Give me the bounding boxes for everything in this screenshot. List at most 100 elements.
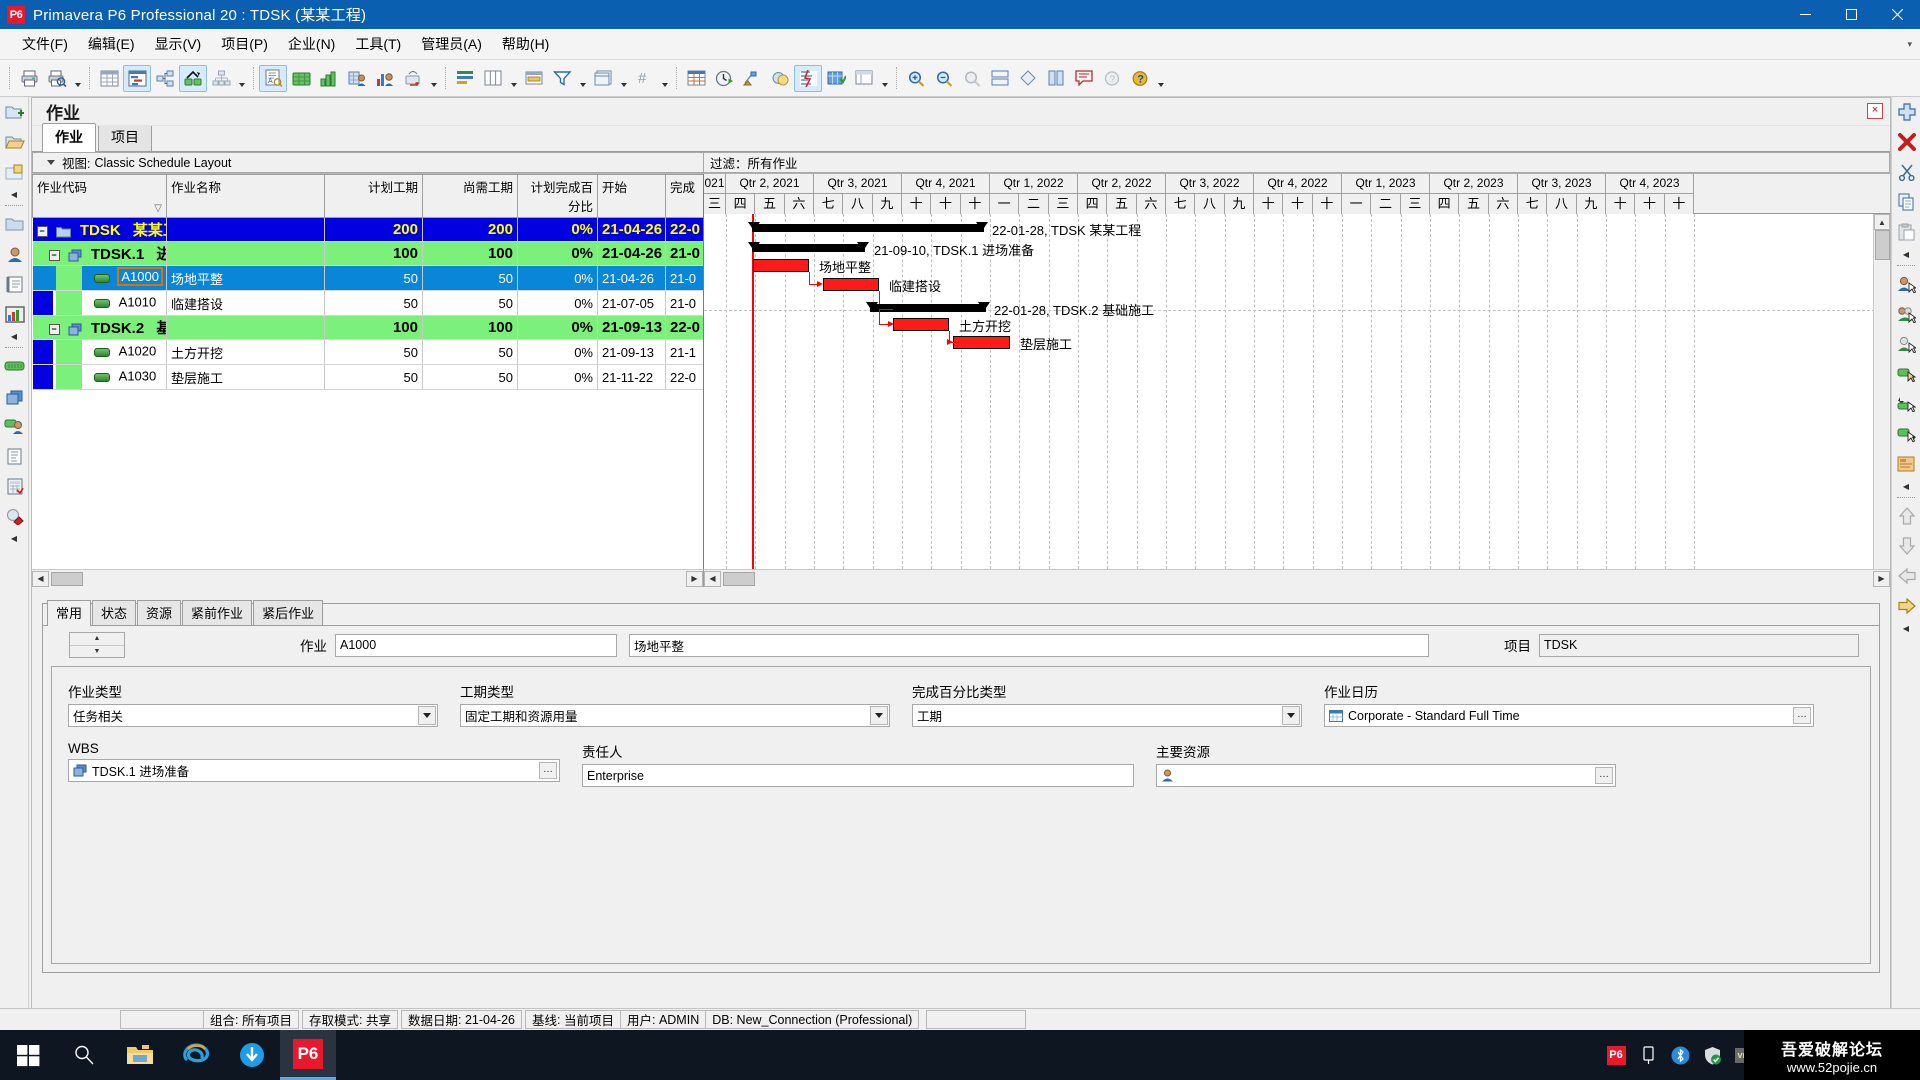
gantt-task-bar[interactable] xyxy=(953,336,1010,349)
move-down-icon[interactable] xyxy=(1892,531,1920,561)
resource-assignment-icon[interactable] xyxy=(343,65,371,92)
activity-table-icon[interactable] xyxy=(682,65,710,92)
tab-status[interactable]: 状态 xyxy=(92,600,136,625)
col-planned-pct[interactable]: 计划完成百分比 xyxy=(518,175,598,218)
help-icon[interactable]: ? xyxy=(1126,65,1154,92)
cell-start[interactable]: 21-09-13 xyxy=(598,340,666,365)
table-row[interactable]: − TDSK.1 进场准备 100 100 0% 21-0 xyxy=(33,242,705,266)
cell-planned-duration[interactable]: 50 xyxy=(325,291,423,316)
table-layout-icon[interactable] xyxy=(479,65,507,92)
activities-icon[interactable] xyxy=(0,351,29,381)
grid-horizontal-scrollbar[interactable]: ◀ ▶ xyxy=(32,569,704,587)
wbs-icon[interactable] xyxy=(0,381,29,411)
activity-type-combo[interactable]: 任务相关 xyxy=(68,704,438,727)
cell-activity-name[interactable]: 土方开挖 xyxy=(167,340,325,365)
columns-icon[interactable] xyxy=(451,65,479,92)
tracking-icon[interactable] xyxy=(179,65,207,92)
bar-options-dropdown-caret[interactable] xyxy=(878,65,891,92)
close-icon[interactable] xyxy=(1874,0,1920,29)
assign-successor-icon[interactable] xyxy=(1892,419,1920,449)
calendar-field[interactable]: Corporate - Standard Full Time … xyxy=(1324,704,1814,727)
cell-finish[interactable]: 22-0 xyxy=(666,218,705,242)
table-row[interactable]: A1020 土方开挖 50 50 0% 21-09-13 21-1 xyxy=(33,340,705,365)
outdent-icon[interactable] xyxy=(1892,561,1920,591)
collapse-arrow[interactable]: ◀ xyxy=(1892,621,1920,635)
duration-type-combo[interactable]: 固定工期和资源用量 xyxy=(460,704,890,727)
activity-id-field[interactable]: A1000 xyxy=(335,634,617,657)
gantt-summary-bar[interactable] xyxy=(752,224,984,232)
cell-activity-id[interactable]: A1030 xyxy=(33,365,167,390)
layout-icon[interactable] xyxy=(589,65,617,92)
windows-defender-icon[interactable] xyxy=(1696,1030,1728,1080)
col-start[interactable]: 开始 xyxy=(598,175,666,218)
cell-activity-id[interactable]: A1010 xyxy=(33,291,167,316)
cell-finish[interactable]: 21-0 xyxy=(666,242,705,266)
chevron-down-icon[interactable] xyxy=(870,706,888,725)
tab-resources[interactable]: 资源 xyxy=(137,600,181,625)
view-selector[interactable]: 视图: Classic Schedule Layout xyxy=(32,152,704,173)
print-icon[interactable] xyxy=(15,65,43,92)
zoom-out-icon[interactable] xyxy=(930,65,958,92)
group-sort-icon[interactable] xyxy=(520,65,548,92)
chevron-down-icon[interactable] xyxy=(418,706,436,725)
resource-usage-profile-icon[interactable] xyxy=(315,65,343,92)
cell-activity-name[interactable]: 垫层施工 xyxy=(167,365,325,390)
cell-activity-name[interactable]: 场地平整 xyxy=(167,266,325,291)
filter-selector[interactable]: 过滤： 所有作业 xyxy=(704,152,1890,173)
collapse-arrow[interactable]: ◀ xyxy=(1892,247,1920,261)
tab-general[interactable]: 常用 xyxy=(47,600,91,626)
scroll-left-arrow[interactable]: ◀ xyxy=(32,571,49,587)
documents-icon[interactable] xyxy=(0,441,29,471)
zoom-in-icon[interactable] xyxy=(902,65,930,92)
collapse-arrow[interactable]: ◀ xyxy=(1892,479,1920,493)
zoom-reset-icon[interactable] xyxy=(958,65,986,92)
filter-dropdown-caret[interactable] xyxy=(576,65,589,92)
cell-start[interactable]: 21-04-26 xyxy=(598,242,666,266)
tab-activities[interactable]: 作业 xyxy=(42,123,96,152)
table-row[interactable]: − TDSK.2 基础施工 100 100 0% 21-0 xyxy=(33,316,705,340)
menu-tools[interactable]: 工具(T) xyxy=(345,30,411,58)
cell-planned-duration[interactable]: 50 xyxy=(325,266,423,291)
p6-app-icon[interactable]: P6 xyxy=(280,1030,336,1080)
cell-activity-id[interactable]: − TDSK.1 进场准备 xyxy=(33,242,167,266)
cell-planned-pct[interactable]: 0% xyxy=(518,242,598,266)
search-icon[interactable] xyxy=(56,1030,112,1080)
projects-icon[interactable] xyxy=(0,209,29,239)
scroll-up-arrow[interactable]: ▲ xyxy=(1874,214,1890,230)
table-dropdown-caret[interactable] xyxy=(507,65,520,92)
cut-icon[interactable] xyxy=(1892,157,1920,187)
menu-admin[interactable]: 管理员(A) xyxy=(411,30,492,58)
scroll-thumb[interactable] xyxy=(1875,230,1890,260)
move-up-icon[interactable] xyxy=(1892,501,1920,531)
tab-predecessors[interactable]: 紧前作业 xyxy=(182,600,252,625)
col-planned-duration[interactable]: 计划工期 xyxy=(325,175,423,218)
cell-remaining-duration[interactable]: 50 xyxy=(423,266,518,291)
bar-chart-options-icon[interactable] xyxy=(850,65,878,92)
internet-explorer-icon[interactable] xyxy=(168,1030,224,1080)
record-stepper[interactable]: ▲ ▼ xyxy=(69,632,125,658)
page-number-icon[interactable]: # xyxy=(630,65,658,92)
menu-view[interactable]: 显示(V) xyxy=(145,30,212,58)
cell-activity-name[interactable] xyxy=(167,218,325,242)
scroll-thumb[interactable] xyxy=(723,572,755,586)
cell-planned-pct[interactable]: 0% xyxy=(518,266,598,291)
cell-planned-duration[interactable]: 50 xyxy=(325,340,423,365)
cell-activity-name[interactable] xyxy=(167,316,325,340)
download-manager-icon[interactable] xyxy=(224,1030,280,1080)
copy-icon[interactable] xyxy=(1892,187,1920,217)
cell-start[interactable]: 21-11-22 xyxy=(598,365,666,390)
split-vertical-icon[interactable] xyxy=(1042,65,1070,92)
help-context-icon[interactable]: ? xyxy=(1098,65,1126,92)
down-arrow-icon[interactable]: ▼ xyxy=(70,646,124,658)
table-row[interactable]: A1010 临建搭设 50 50 0% 21-07-05 21-0 xyxy=(33,291,705,316)
spreadsheet-icon[interactable] xyxy=(95,65,123,92)
cell-activity-id[interactable]: A1000 xyxy=(33,266,167,291)
menu-overflow-caret[interactable]: ▾ xyxy=(1907,39,1912,50)
resource-assign-icon[interactable] xyxy=(0,411,29,441)
cell-planned-duration[interactable]: 200 xyxy=(325,218,423,242)
cell-remaining-duration[interactable]: 50 xyxy=(423,340,518,365)
file-explorer-icon[interactable] xyxy=(112,1030,168,1080)
cell-remaining-duration[interactable]: 100 xyxy=(423,316,518,340)
activity-name-field[interactable]: 场地平整 xyxy=(629,634,1429,657)
cell-planned-duration[interactable]: 100 xyxy=(325,242,423,266)
